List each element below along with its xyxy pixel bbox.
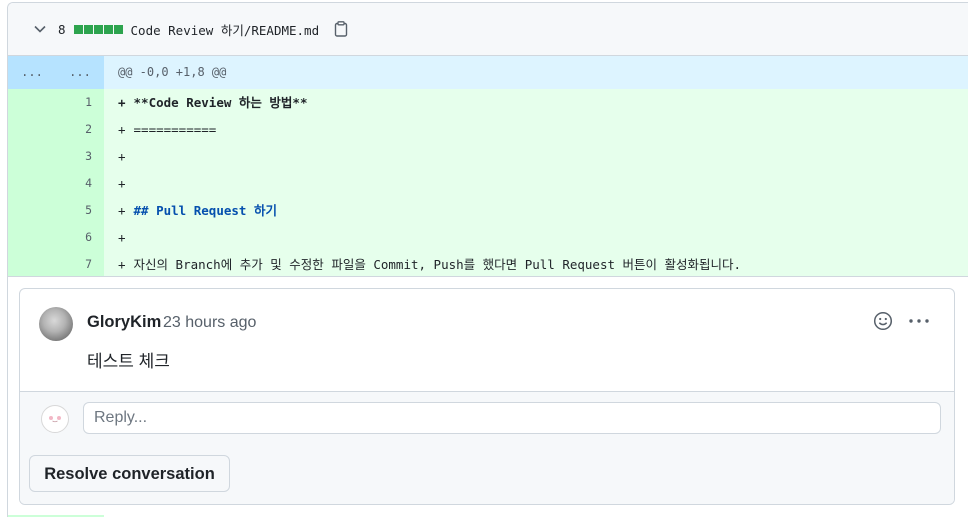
file-header: 8 Code Review 하기/README.md	[8, 3, 968, 56]
old-line-number[interactable]	[8, 89, 56, 116]
diffstat-block	[73, 24, 83, 34]
diffstat-block	[113, 24, 123, 34]
reply-row	[20, 391, 954, 447]
diff-line: 2 + ===========	[8, 116, 968, 143]
smiley-icon[interactable]	[873, 311, 893, 331]
avatar[interactable]	[39, 307, 73, 341]
line-code: + ===========	[104, 116, 968, 143]
line-code: + 자신의 Branch에 추가 및 수정한 파일을 Commit, Push를 …	[104, 251, 968, 278]
line-text: **Code Review 하는 방법**	[133, 95, 308, 110]
old-line-number[interactable]	[8, 143, 56, 170]
resolve-row: Resolve conversation	[20, 446, 954, 504]
new-line-number[interactable]: 4	[56, 170, 104, 197]
line-code: + ## Pull Request 하기	[104, 197, 968, 224]
chevron-down-icon[interactable]	[32, 21, 48, 37]
old-line-number[interactable]	[8, 197, 56, 224]
file-path-link[interactable]: Code Review 하기/README.md	[131, 20, 320, 39]
new-line-number[interactable]: 2	[56, 116, 104, 143]
diff-file: 8 Code Review 하기/README.md ... ... @@ -0…	[7, 2, 968, 517]
copy-icon[interactable]	[333, 20, 349, 38]
current-user-avatar	[41, 405, 69, 433]
changes-count: 8	[58, 21, 66, 37]
expand-hunk-new[interactable]: ...	[56, 56, 104, 89]
kebab-horizontal-icon[interactable]	[907, 311, 931, 331]
old-line-number[interactable]	[8, 224, 56, 251]
line-code: + **Code Review 하는 방법**	[104, 89, 968, 116]
diffstat	[73, 24, 123, 34]
review-thread: GloryKim 23 hours ago 테스트 체크 Resolve con…	[19, 288, 955, 505]
comment-timestamp[interactable]: 23 hours ago	[163, 314, 256, 332]
new-line-number[interactable]: 7	[56, 251, 104, 278]
diff-line: 1 + **Code Review 하는 방법**	[8, 89, 968, 116]
add-marker: +	[118, 122, 126, 137]
old-line-number[interactable]	[8, 170, 56, 197]
reply-input[interactable]	[83, 402, 941, 434]
diff-line: 7 + 자신의 Branch에 추가 및 수정한 파일을 Commit, Push…	[8, 251, 968, 278]
old-line-number[interactable]	[8, 251, 56, 278]
comment: GloryKim 23 hours ago 테스트 체크	[20, 289, 954, 391]
new-line-number[interactable]: 5	[56, 197, 104, 224]
comment-body: 테스트 체크	[87, 352, 170, 371]
inline-comment-thread: GloryKim 23 hours ago 테스트 체크 Resolve con…	[8, 276, 968, 517]
line-text: ## Pull Request 하기	[133, 203, 277, 218]
add-marker: +	[118, 230, 126, 245]
resolve-conversation-button[interactable]: Resolve conversation	[29, 455, 230, 492]
line-code: +	[104, 224, 968, 251]
new-line-number[interactable]: 1	[56, 89, 104, 116]
diff-line: 5 + ## Pull Request 하기	[8, 197, 968, 224]
diffstat-block	[83, 24, 93, 34]
new-line-number[interactable]: 3	[56, 143, 104, 170]
comment-author[interactable]: GloryKim	[87, 313, 161, 332]
diffstat-block	[103, 24, 113, 34]
diff-line: 6 +	[8, 224, 968, 251]
old-line-number[interactable]	[8, 116, 56, 143]
diff-line: 4 +	[8, 170, 968, 197]
diffstat-block	[93, 24, 103, 34]
add-marker: +	[118, 149, 126, 164]
hunk-header-row: ... ... @@ -0,0 +1,8 @@	[8, 56, 968, 89]
new-line-number[interactable]: 6	[56, 224, 104, 251]
line-text: 자신의 Branch에 추가 및 수정한 파일을 Commit, Push를 했…	[133, 257, 742, 272]
line-code: +	[104, 143, 968, 170]
line-code: +	[104, 170, 968, 197]
diff-line: 3 +	[8, 143, 968, 170]
add-marker: +	[118, 176, 126, 191]
add-marker: +	[118, 95, 126, 110]
add-marker: +	[118, 257, 126, 272]
add-marker: +	[118, 203, 126, 218]
line-text: ===========	[133, 122, 217, 137]
hunk-header: @@ -0,0 +1,8 @@	[118, 65, 227, 79]
expand-hunk-old[interactable]: ...	[8, 56, 56, 89]
